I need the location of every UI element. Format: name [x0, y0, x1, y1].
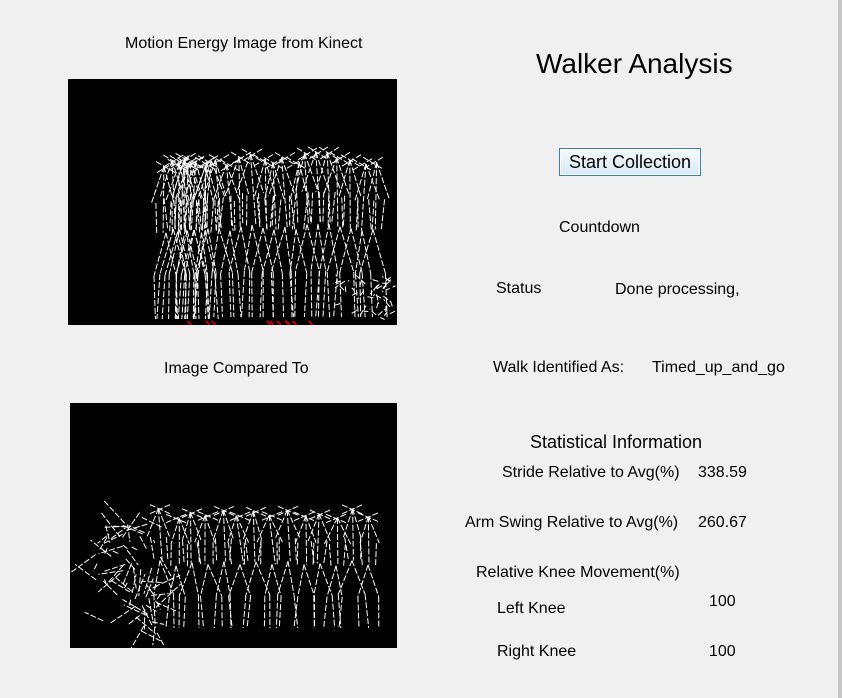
status-value: Done processing, displaying image...: [615, 281, 740, 298]
app-title: Walker Analysis: [536, 48, 733, 79]
left-knee-label: Left Knee: [497, 600, 566, 617]
motion-energy-figures: [151, 146, 397, 325]
right-knee-label: Right Knee: [497, 643, 577, 660]
arm-swing-label: Arm Swing Relative to Avg(%): [465, 514, 679, 531]
arm-swing-value: 260.67: [698, 514, 747, 531]
knee-movement-label: Relative Knee Movement(%): [476, 564, 680, 581]
compared-caption: Image Compared To: [164, 360, 309, 377]
stride-label: Stride Relative to Avg(%): [502, 464, 680, 481]
statistics-heading: Statistical Information: [530, 432, 703, 452]
countdown-label: Countdown: [559, 219, 640, 236]
walk-identified-value: Timed_up_and_go: [652, 359, 785, 376]
motion-energy-image: [68, 79, 397, 325]
compared-image: [70, 403, 397, 648]
right-knee-value: 100: [709, 643, 736, 660]
start-collection-button[interactable]: Start Collection: [559, 148, 701, 176]
walk-identified-label: Walk Identified As:: [493, 359, 625, 376]
mei-caption: Motion Energy Image from Kinect: [125, 35, 363, 52]
compared-figures: [70, 500, 380, 648]
status-value-box: Done processing, displaying image...: [615, 280, 745, 300]
left-knee-value: 100: [709, 593, 736, 610]
stride-value: 338.59: [698, 464, 747, 481]
window-right-border: [838, 0, 842, 698]
status-label: Status: [496, 280, 542, 297]
